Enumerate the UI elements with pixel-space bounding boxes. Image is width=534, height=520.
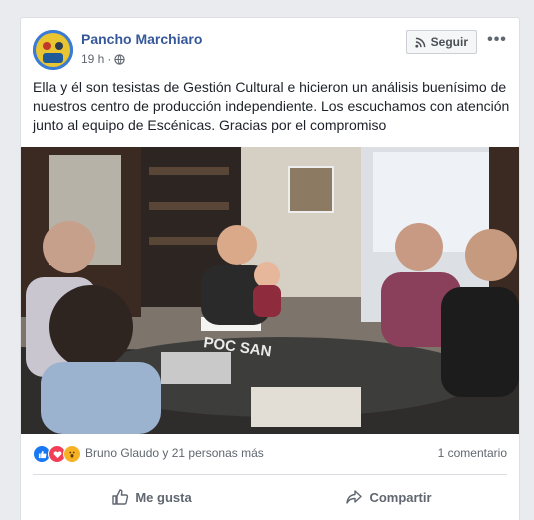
post-stats: Bruno Glaudo y 21 personas más 1 comenta… [33, 441, 507, 467]
follow-button[interactable]: Seguir [405, 30, 477, 54]
actions-divider [33, 474, 507, 475]
author-name[interactable]: Pancho Marchiaro [81, 31, 202, 47]
separator-dot: · [107, 52, 112, 66]
post-actions: Me gusta Compartir [33, 480, 507, 514]
like-label: Me gusta [135, 489, 192, 505]
post-text: Ella y él son tesistas de Gestión Cultur… [33, 79, 510, 133]
post-photo[interactable]: POC SAN [21, 147, 519, 434]
thumbs-up-icon [112, 489, 129, 505]
more-options-icon[interactable]: ••• [487, 30, 507, 50]
post-meta: 19 h · [81, 52, 126, 66]
post-header: Pancho Marchiaro 19 h · Seguir ••• [33, 30, 507, 70]
avatar-image [33, 30, 73, 70]
post-card: Pancho Marchiaro 19 h · Seguir ••• Ella … [20, 17, 520, 520]
share-label: Compartir [369, 489, 432, 505]
share-arrow-icon [346, 490, 363, 504]
meeting-photo: POC SAN [21, 147, 519, 434]
share-button[interactable]: Compartir [270, 480, 507, 514]
follow-label: Seguir [430, 35, 468, 49]
rss-icon [415, 37, 426, 48]
comments-count[interactable]: 1 comentario [438, 446, 507, 460]
globe-icon [114, 53, 126, 65]
author-avatar[interactable] [33, 30, 73, 70]
post-time[interactable]: 19 h [81, 52, 104, 66]
reactions-summary[interactable]: Bruno Glaudo y 21 personas más [85, 446, 264, 460]
reaction-icons[interactable] [33, 445, 81, 463]
wow-reaction-icon [63, 445, 81, 463]
like-button[interactable]: Me gusta [33, 480, 270, 514]
